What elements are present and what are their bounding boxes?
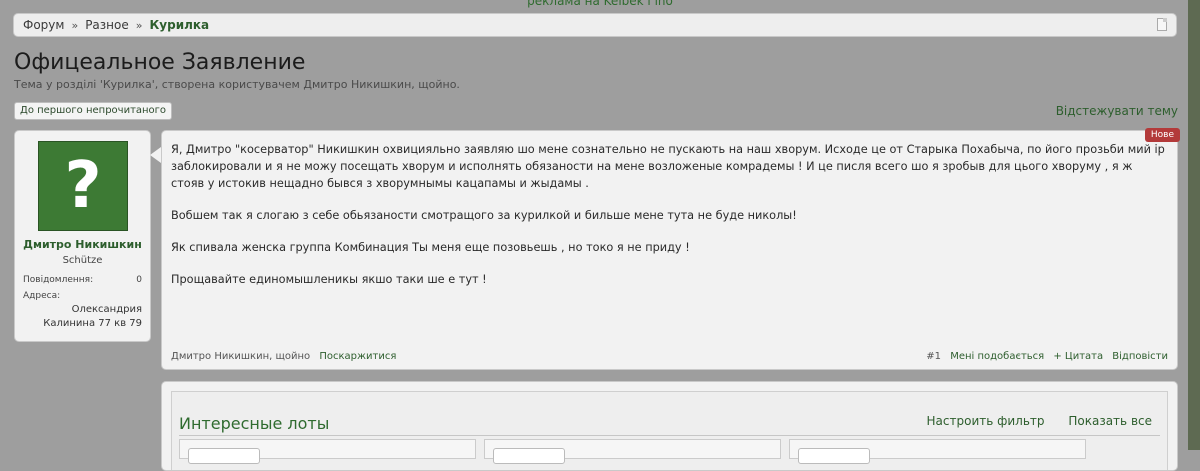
question-mark-icon: ? — [64, 149, 102, 223]
avatar[interactable]: ? — [38, 141, 128, 231]
divider — [179, 435, 1160, 436]
post-paragraph: Я, Дмитро "косерватор" Никишкин охвициял… — [171, 143, 1165, 190]
post-body: Я, Дмитро "косерватор" Никишкин охвициял… — [171, 141, 1166, 303]
report-link[interactable]: Поскаржитися — [319, 351, 396, 362]
address-stat: Адреса: — [23, 291, 142, 301]
address-line-2: Калинина 77 кв 79 — [43, 318, 142, 329]
address-line-1: Олександрия — [71, 304, 142, 315]
user-info-card: ? Дмитро Никишкин Schütze Повідомлення: … — [14, 130, 151, 342]
quote-link[interactable]: + Цитата — [1053, 351, 1103, 362]
page-icon[interactable] — [1157, 18, 1167, 31]
user-title: Schütze — [62, 255, 103, 266]
lot-thumbnail — [188, 448, 260, 464]
breadcrumb: Форум » Разное » Курилка — [13, 13, 1177, 37]
lots-panel: Интересные лоты Настроить фильтр Показат… — [161, 381, 1178, 471]
show-all-link[interactable]: Показать все — [1068, 414, 1152, 428]
lot-card[interactable] — [789, 439, 1086, 464]
messages-label: Повідомлення: — [23, 275, 94, 285]
post-footer: Дмитро Никишкин, щойно Поскаржитися #1 М… — [171, 351, 1168, 362]
breadcrumb-item-forum[interactable]: Форум — [23, 14, 64, 36]
breadcrumb-separator: » — [71, 19, 79, 32]
page-title: Офицеальное Заявление — [14, 50, 306, 75]
breadcrumb-separator: » — [135, 19, 143, 32]
lots-title: Интересные лоты — [179, 414, 330, 433]
post-paragraph: Як спивала женска группа Комбинация Ты м… — [171, 241, 690, 254]
post-paragraph: Вобшем так я слогаю з себе обьязаности с… — [171, 209, 797, 222]
post-controls: #1 Мені подобається + Цитата Відповісти — [920, 351, 1168, 362]
post-number[interactable]: #1 — [926, 351, 941, 362]
filter-link[interactable]: Настроить фильтр — [927, 414, 1045, 428]
first-unread-button[interactable]: До першого непрочитаного — [14, 102, 173, 120]
username-link[interactable]: Дмитро Никишкин — [15, 238, 150, 251]
breadcrumb-item-misc[interactable]: Разное — [85, 14, 129, 36]
messages-stat: Повідомлення: 0 — [23, 275, 142, 285]
reply-link[interactable]: Відповісти — [1112, 351, 1168, 362]
post-arrow — [150, 147, 161, 163]
thread-description: Тема у розділі 'Курилка', створена корис… — [14, 78, 460, 91]
scrollbar[interactable] — [1188, 0, 1200, 450]
post-message: Нове Я, Дмитро "косерватор" Никишкин охв… — [161, 128, 1180, 370]
like-link[interactable]: Мені подобається — [950, 351, 1044, 362]
new-badge: Нове — [1144, 128, 1180, 142]
lot-thumbnail — [493, 448, 565, 464]
lot-thumbnail — [798, 448, 870, 464]
post-paragraph: Прощавайте единомышленикы якшо таки ше е… — [171, 273, 487, 286]
top-ad-link[interactable]: реклама на Kelbek i ino — [0, 0, 1200, 8]
lot-card[interactable] — [179, 439, 476, 464]
lot-card[interactable] — [484, 439, 781, 464]
lots-inner: Интересные лоты Настроить фильтр Показат… — [171, 391, 1168, 470]
address-label: Адреса: — [23, 291, 61, 301]
post-author-time[interactable]: Дмитро Никишкин, щойно — [171, 351, 310, 362]
breadcrumb-item-current[interactable]: Курилка — [149, 14, 209, 36]
lots-links: Настроить фильтр Показать все — [907, 414, 1152, 428]
messages-value: 0 — [136, 275, 142, 285]
watch-thread-link[interactable]: Відстежувати тему — [1056, 104, 1178, 118]
